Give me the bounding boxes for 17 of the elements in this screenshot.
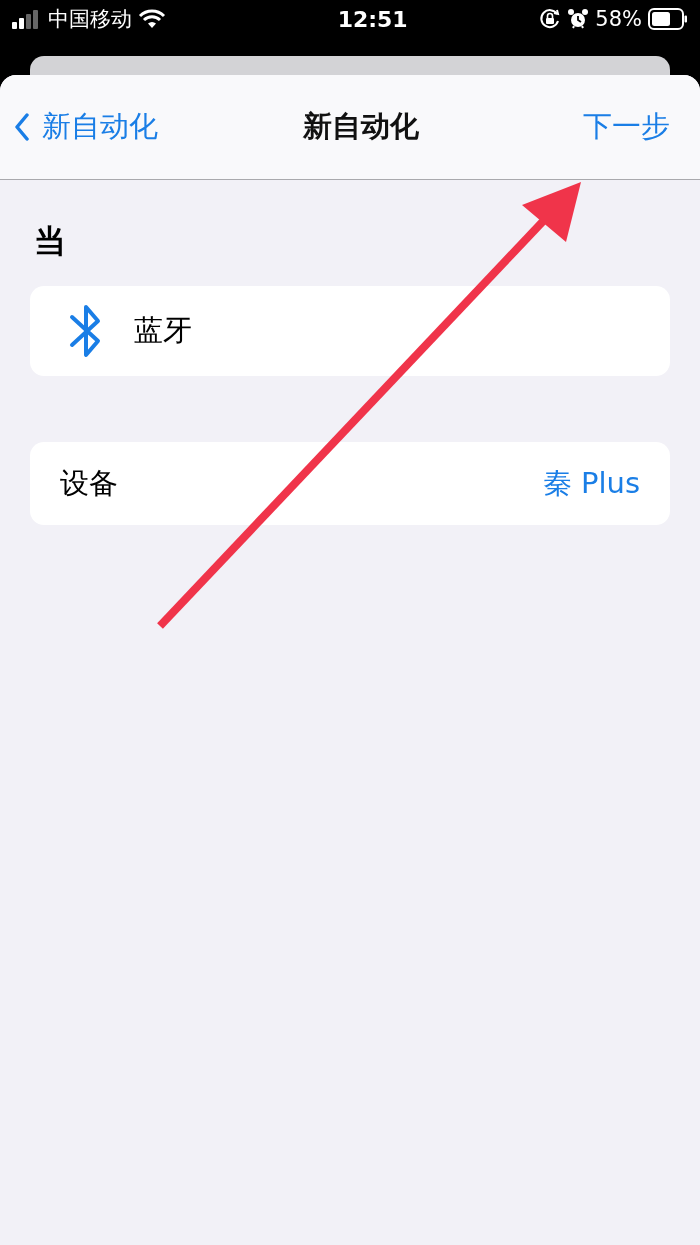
chevron-left-icon bbox=[14, 113, 30, 141]
row-label: 设备 bbox=[60, 464, 118, 502]
battery-icon bbox=[648, 8, 688, 30]
rotation-lock-icon bbox=[539, 8, 562, 30]
wifi-icon bbox=[138, 9, 166, 29]
clock-time: 12:51 bbox=[337, 6, 408, 32]
battery-percent: 58% bbox=[595, 7, 642, 31]
back-button[interactable]: 新自动化 bbox=[14, 107, 158, 147]
row-value: 秦 Plus bbox=[542, 464, 640, 502]
alarm-icon bbox=[567, 8, 590, 30]
carrier-name: 中国移动 bbox=[48, 6, 132, 33]
trigger-label: 蓝牙 bbox=[134, 312, 192, 349]
section-header: 当 bbox=[34, 221, 67, 262]
settings-row[interactable]: 设备 秦 Plus bbox=[30, 442, 670, 525]
screen-title: 新自动化 bbox=[302, 108, 419, 145]
next-button[interactable]: 下一步 bbox=[583, 107, 670, 147]
trigger-row[interactable]: 蓝牙 bbox=[30, 286, 670, 376]
